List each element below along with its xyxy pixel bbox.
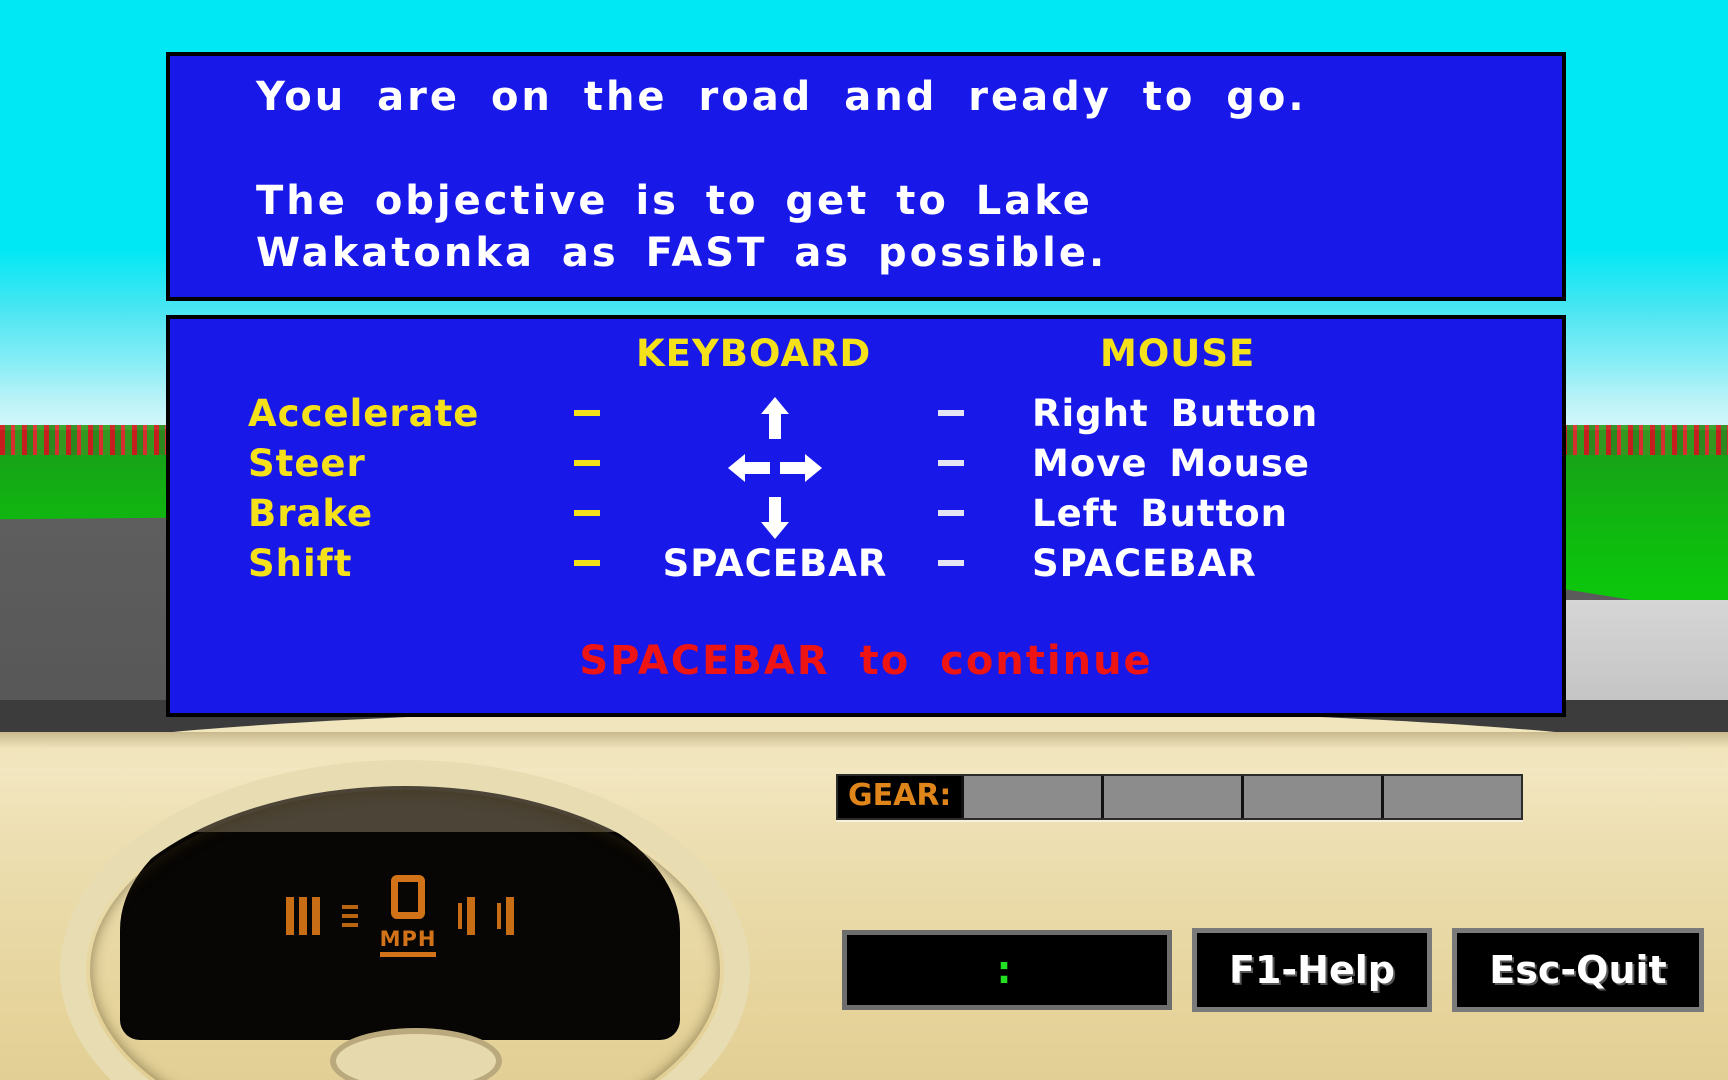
intro-message-panel: You are on the road and ready to go. The… bbox=[166, 52, 1566, 301]
separator-dash-yellow bbox=[574, 560, 600, 566]
separator-dash-yellow bbox=[574, 410, 600, 416]
separator-dash-yellow bbox=[574, 460, 600, 466]
control-action-label: Accelerate bbox=[248, 392, 480, 435]
control-row-brake: Brake Left Button bbox=[170, 495, 1562, 545]
esc-quit-button[interactable]: Esc-Quit bbox=[1452, 928, 1704, 1012]
intro-line-3: Wakatonka as FAST as possible. bbox=[256, 230, 1108, 276]
race-timer-display: : bbox=[842, 930, 1172, 1010]
separator-dash-white bbox=[938, 510, 964, 516]
control-mouse-binding: Move Mouse bbox=[1032, 442, 1311, 485]
control-action-label: Brake bbox=[248, 492, 374, 535]
control-mouse-binding: SPACEBAR bbox=[1032, 542, 1257, 585]
gear-indicator: GEAR: bbox=[836, 774, 1524, 820]
column-header-keyboard: KEYBOARD bbox=[636, 332, 872, 375]
control-action-label: Shift bbox=[248, 542, 353, 585]
control-keyboard-binding: SPACEBAR bbox=[662, 542, 888, 585]
gear-segment bbox=[1381, 776, 1522, 818]
gear-segment bbox=[961, 776, 1102, 818]
car-dashboard: MPH GEAR:: F1-Help Esc-Quit bbox=[0, 708, 1728, 1080]
gear-segments bbox=[961, 776, 1522, 818]
gear-segment bbox=[1101, 776, 1242, 818]
game-screen: MPH GEAR:: F1-Help Esc-Quit You are on … bbox=[0, 0, 1728, 1080]
control-action-label: Steer bbox=[248, 442, 366, 485]
separator-dash-white bbox=[938, 560, 964, 566]
arrow-down-icon bbox=[640, 495, 910, 541]
arrow-up-icon bbox=[640, 395, 910, 441]
continue-prompt[interactable]: SPACEBAR to continue bbox=[170, 641, 1562, 681]
column-header-mouse: MOUSE bbox=[1100, 332, 1256, 375]
separator-dash-white bbox=[938, 460, 964, 466]
arrow-left-right-icon bbox=[640, 445, 910, 491]
f1-help-button[interactable]: F1-Help bbox=[1192, 928, 1432, 1012]
separator-dash-white bbox=[938, 410, 964, 416]
separator-dash-yellow bbox=[574, 510, 600, 516]
intro-line-1: You are on the road and ready to go. bbox=[256, 74, 1307, 120]
controls-help-panel: KEYBOARD MOUSE Accelerate Right Button S… bbox=[166, 315, 1566, 717]
gear-label: GEAR: bbox=[838, 776, 962, 818]
control-mouse-binding: Left Button bbox=[1032, 492, 1289, 535]
control-row-shift: Shift SPACEBAR SPACEBAR bbox=[170, 545, 1562, 595]
control-row-steer: Steer Move Mouse bbox=[170, 445, 1562, 495]
intro-line-2: The objective is to get to Lake bbox=[256, 178, 1093, 224]
control-mouse-binding: Right Button bbox=[1032, 392, 1319, 435]
gear-segment bbox=[1241, 776, 1382, 818]
control-row-accelerate: Accelerate Right Button bbox=[170, 395, 1562, 445]
timer-value: : bbox=[991, 947, 1023, 993]
dashboard-top-shadow bbox=[0, 732, 1728, 748]
